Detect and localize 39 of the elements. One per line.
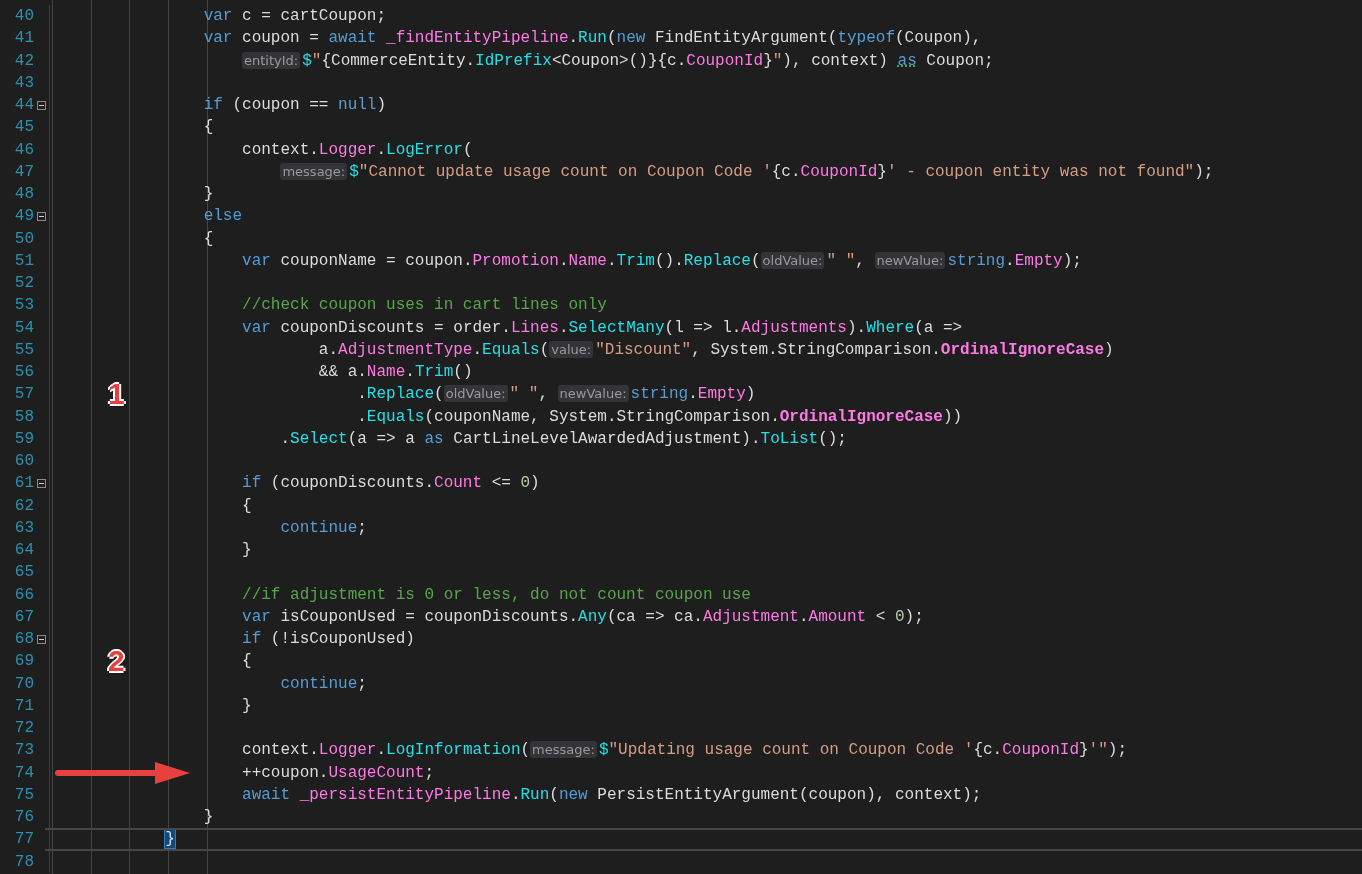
collapse-icon[interactable] xyxy=(37,100,46,110)
code-line: var couponName = coupon.Promotion.Name.Trim().Replace(oldValue: " ", newValue: string.Empty); xyxy=(242,250,1082,272)
code-line: continue; xyxy=(280,517,367,539)
code-line: } xyxy=(203,807,214,828)
code-line: context.Logger.LogError( xyxy=(242,139,473,161)
code-line: context.Logger.LogInformation(message: $"Updating usage count on Coupon Code '{c.CouponId}'"); xyxy=(242,740,1127,762)
code-line: } xyxy=(242,540,252,561)
code-line: } xyxy=(242,695,252,717)
code-line: && a.Name.Trim() xyxy=(318,362,473,383)
collapse-icon[interactable] xyxy=(37,634,46,644)
code-line: .Equals(couponName, System.StringComparison.OrdinalIgnoreCase)) xyxy=(357,406,963,428)
code-line: else xyxy=(203,206,243,228)
code-line: if (!isCouponUsed) xyxy=(242,629,415,650)
code-line: await _persistEntityPipeline.Run(new PersistEntityArgument(coupon), context); xyxy=(242,784,982,806)
code-line: var c = cartCoupon; xyxy=(203,6,387,27)
code-line: } xyxy=(203,184,214,205)
callout-number: 1 xyxy=(108,379,125,410)
code-line: var isCouponUsed = couponDiscounts.Any(ca => ca.Adjustment.Amount < 0); xyxy=(242,606,924,628)
code-line: var coupon = await _findEntityPipeline.Run(new FindEntityArgument(typeof(Coupon), xyxy=(203,28,982,50)
callout-number: 2 xyxy=(108,646,125,677)
code-line: ++coupon.UsageCount; xyxy=(242,762,435,784)
collapse-icon[interactable] xyxy=(37,478,46,488)
code-line: entityId: $"{CommerceEntity.IdPrefix<Coupon>()}{c.CouponId}"), context) as Coupon; xyxy=(242,50,994,72)
code-line: { xyxy=(242,651,252,673)
code-line: { xyxy=(203,228,214,250)
code-line: a.AdjustmentType.Equals(value: "Discount", System.StringComparison.OrdinalIgnoreCase) xyxy=(318,339,1114,361)
code-line: .Select(a => a as CartLineLevelAwardedAdjustment).ToList(); xyxy=(280,428,847,450)
collapse-icon[interactable] xyxy=(37,211,46,221)
code-line: if (couponDiscounts.Count <= 0) xyxy=(242,473,540,495)
code-line: if (coupon == null) xyxy=(203,95,387,116)
code-line: //check coupon uses in cart lines only xyxy=(242,295,607,317)
code-line: message: $"Cannot update usage count on Coupon Code '{c.CouponId}' - coupon entity was not found"); xyxy=(280,161,1214,183)
code-line: .Replace(oldValue: " ", newValue: string.Empty) xyxy=(357,384,756,406)
code-line: { xyxy=(242,495,252,517)
code-line: continue; xyxy=(280,673,367,695)
code-line: { xyxy=(203,117,214,139)
arrow-icon xyxy=(55,760,191,785)
code-line: //if adjustment is 0 or less, do not count coupon use xyxy=(242,584,751,606)
code-line: var couponDiscounts = order.Lines.SelectMany(l => l.Adjustments).Where(a => xyxy=(242,317,963,339)
